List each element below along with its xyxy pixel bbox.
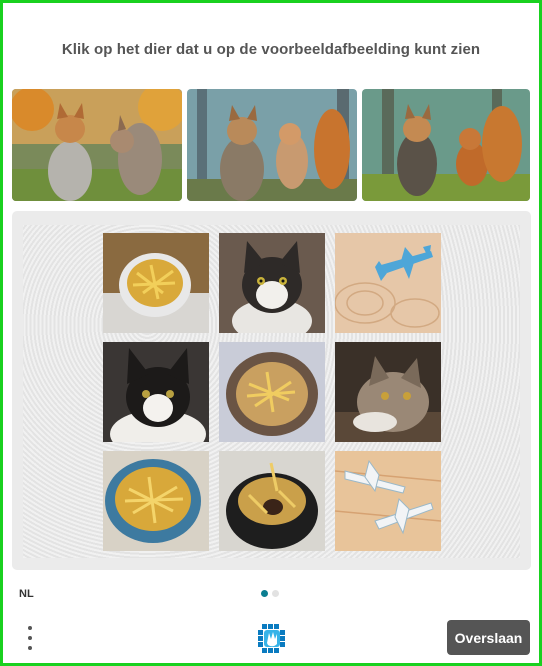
tile-fries-bowl-3[interactable]: [103, 451, 209, 551]
tile-cat-3[interactable]: [335, 342, 441, 442]
menu-kebab-icon[interactable]: [23, 624, 37, 652]
pagination-dots: [261, 590, 279, 597]
pagination-dot-inactive: [272, 590, 279, 597]
language-selector[interactable]: NL: [19, 588, 34, 600]
skip-button[interactable]: Overslaan: [447, 620, 530, 655]
example-image-cat-squirrel-autumn: [12, 89, 182, 201]
pagination-dot-active: [261, 590, 268, 597]
menu-dot: [28, 646, 32, 650]
example-images: [12, 89, 530, 201]
captcha-frame: Klik op het dier dat u op de voorbeeldaf…: [0, 0, 542, 666]
example-image-cat-squirrel-woods: [362, 89, 530, 201]
tile-airplane-2[interactable]: [335, 451, 441, 551]
tile-cat-1[interactable]: [219, 233, 325, 333]
tile-fries-bowl-1[interactable]: [103, 233, 209, 333]
hcaptcha-logo-icon: [255, 621, 289, 655]
tile-fries-bowl-2[interactable]: [219, 342, 325, 442]
image-grid: [23, 225, 520, 558]
image-grid-panel: [12, 211, 531, 570]
tile-cat-2[interactable]: [103, 342, 209, 442]
example-image-cat-squirrel-forest: [187, 89, 357, 201]
menu-dot: [28, 626, 32, 630]
prompt-title: Klik op het dier dat u op de voorbeeldaf…: [61, 41, 481, 58]
tile-airplane-1[interactable]: [335, 233, 441, 333]
menu-dot: [28, 636, 32, 640]
tile-fries-bowl-4[interactable]: [219, 451, 325, 551]
